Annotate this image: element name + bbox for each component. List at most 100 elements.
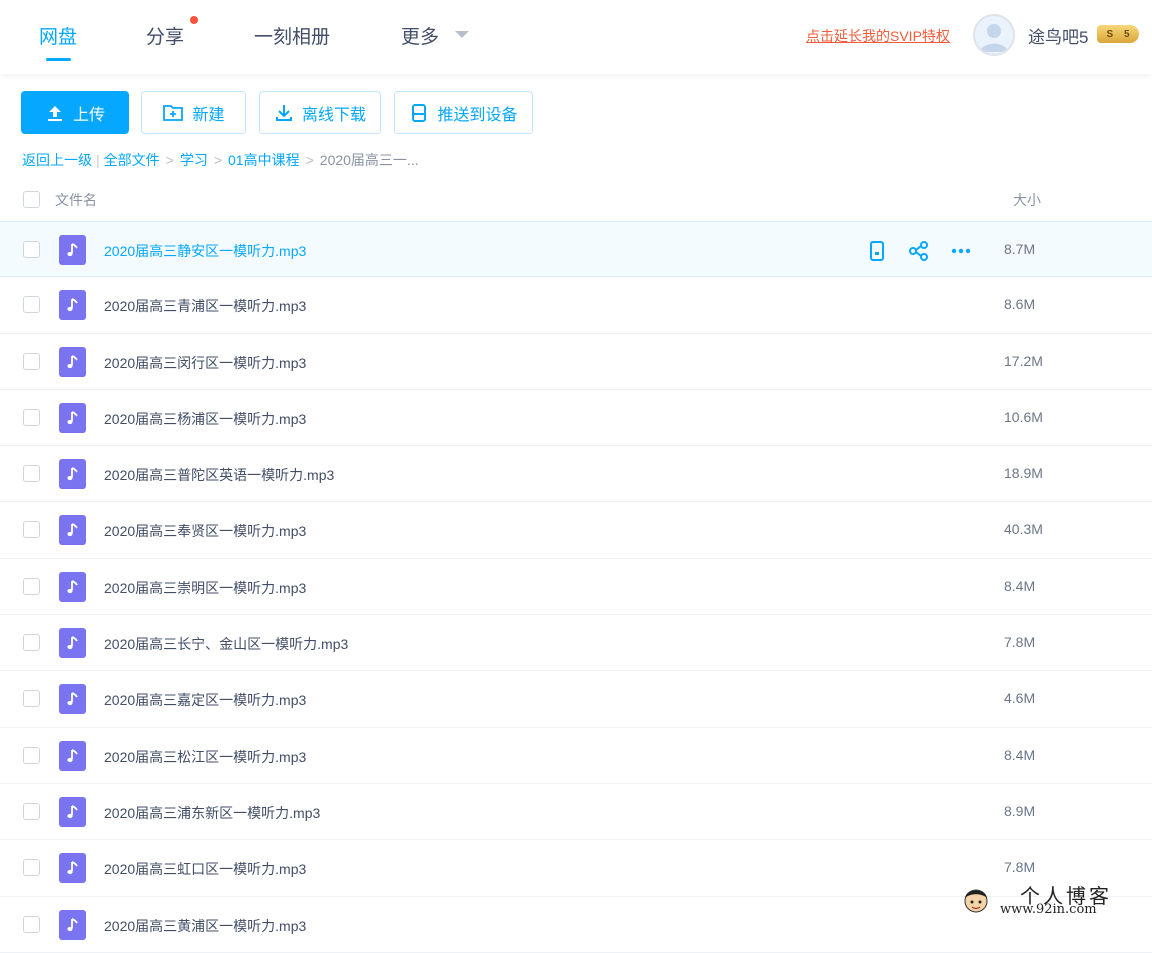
file-row[interactable]: 2020届高三奉贤区一模听力.mp3 40.3M — [0, 502, 1152, 559]
audio-file-icon — [59, 235, 86, 265]
file-size: 18.9M — [1004, 465, 1043, 482]
avatar[interactable] — [973, 14, 1015, 56]
file-name[interactable]: 2020届高三虹口区一模听力.mp3 — [104, 859, 306, 879]
music-note-icon — [66, 917, 78, 931]
breadcrumb-all-files[interactable]: 全部文件 — [104, 152, 160, 168]
file-size: 10.6M — [1004, 408, 1043, 425]
row-checkbox[interactable] — [23, 859, 40, 877]
file-name[interactable]: 2020届高三长宁、金山区一模听力.mp3 — [104, 634, 348, 654]
push-device-icon[interactable] — [866, 240, 888, 262]
file-row[interactable]: 2020届高三崇明区一模听力.mp3 8.4M — [0, 559, 1152, 616]
file-row[interactable]: 2020届高三嘉定区一模听力.mp3 4.6M — [0, 671, 1152, 728]
select-all-checkbox[interactable] — [23, 191, 40, 208]
audio-file-icon — [59, 571, 86, 602]
chevron-down-icon[interactable] — [455, 31, 469, 38]
file-name[interactable]: 2020届高三浦东新区一模听力.mp3 — [104, 803, 320, 823]
audio-file-icon — [59, 346, 86, 377]
file-size: 8.4M — [1004, 746, 1036, 763]
file-size: 7.8M — [1004, 859, 1036, 876]
file-name[interactable]: 2020届高三静安区一模听力.mp3 — [104, 241, 306, 261]
svip-renew-link[interactable]: 点击延长我的SVIP特权 — [806, 26, 950, 46]
file-size: 7.8M — [1004, 634, 1036, 651]
column-size[interactable]: 大小 — [1013, 190, 1041, 210]
audio-file-icon — [59, 684, 86, 715]
file-list: 2020届高三静安区一模听力.mp3 8.7M 2020届高三青浦区一模听力.m… — [0, 221, 1152, 953]
audio-file-icon — [59, 290, 86, 321]
upload-icon — [47, 105, 62, 121]
file-row[interactable]: 2020届高三长宁、金山区一模听力.mp3 7.8M — [0, 615, 1152, 672]
row-checkbox[interactable] — [23, 241, 40, 258]
row-checkbox[interactable] — [23, 802, 40, 820]
row-checkbox[interactable] — [23, 296, 40, 314]
row-checkbox[interactable] — [23, 746, 40, 764]
music-note-icon — [66, 411, 78, 424]
share-icon[interactable] — [908, 240, 930, 262]
upload-label: 上传 — [72, 106, 105, 124]
breadcrumb-separator: > — [305, 152, 314, 168]
active-tab-underline — [46, 58, 71, 61]
row-checkbox[interactable] — [23, 577, 40, 595]
file-name[interactable]: 2020届高三松江区一模听力.mp3 — [104, 747, 306, 767]
new-folder-button[interactable]: 新建 — [141, 91, 246, 134]
row-checkbox[interactable] — [23, 352, 40, 370]
breadcrumb-back[interactable]: 返回上一级 — [22, 152, 92, 168]
upload-button[interactable]: 上传 — [21, 91, 129, 134]
cartoon-face-icon — [964, 889, 988, 913]
file-name[interactable]: 2020届高三崇明区一模听力.mp3 — [104, 578, 306, 598]
file-size: 4.6M — [1004, 690, 1036, 707]
audio-file-icon — [59, 402, 86, 433]
push-to-device-label: 推送到设备 — [437, 106, 518, 124]
file-size: 8.7M — [1004, 241, 1036, 257]
nav-tab-netdisk[interactable]: 网盘 — [39, 22, 77, 49]
audio-file-icon — [59, 853, 86, 884]
file-row[interactable]: 2020届高三静安区一模听力.mp3 8.7M — [0, 221, 1152, 278]
file-name[interactable]: 2020届高三嘉定区一模听力.mp3 — [104, 690, 306, 710]
audio-file-icon — [59, 740, 86, 771]
nav-tab-album[interactable]: 一刻相册 — [254, 22, 330, 49]
audio-file-icon — [59, 628, 86, 659]
file-size: 40.3M — [1004, 521, 1043, 538]
file-name[interactable]: 2020届高三青浦区一模听力.mp3 — [104, 296, 306, 316]
row-checkbox[interactable] — [23, 465, 40, 483]
row-checkbox[interactable] — [23, 690, 40, 708]
file-row[interactable]: 2020届高三松江区一模听力.mp3 8.4M — [0, 728, 1152, 784]
file-list-header: 文件名 大小 — [0, 178, 1152, 221]
push-to-device-button[interactable]: 推送到设备 — [394, 91, 533, 134]
vip-badge-level: 5 — [1123, 28, 1130, 40]
file-size: 8.9M — [1004, 802, 1036, 819]
user-avatar-icon — [980, 24, 1008, 52]
new-label: 新建 — [192, 106, 225, 124]
file-name[interactable]: 2020届高三黄浦区一模听力.mp3 — [104, 916, 306, 936]
audio-file-icon — [59, 459, 86, 490]
nav-tab-more[interactable]: 更多 — [401, 22, 439, 49]
nav-tab-share[interactable]: 分享 — [146, 22, 184, 49]
breadcrumb-separator: > — [165, 152, 174, 168]
file-name[interactable]: 2020届高三奉贤区一模听力.mp3 — [104, 521, 306, 541]
download-icon — [275, 104, 292, 121]
music-note-icon — [66, 805, 78, 819]
file-row[interactable]: 2020届高三杨浦区一模听力.mp3 10.6M — [0, 390, 1152, 447]
breadcrumb-level2[interactable]: 01高中课程 — [228, 152, 300, 168]
file-row[interactable]: 2020届高三青浦区一模听力.mp3 8.6M — [0, 277, 1152, 334]
file-row[interactable]: 2020届高三浦东新区一模听力.mp3 8.9M — [0, 784, 1152, 841]
offline-download-button[interactable]: 离线下载 — [259, 91, 381, 134]
row-checkbox[interactable] — [23, 915, 40, 933]
file-row[interactable]: 2020届高三普陀区英语一模听力.mp3 18.9M — [0, 446, 1152, 503]
row-checkbox[interactable] — [23, 408, 40, 426]
file-size: 17.2M — [1004, 352, 1043, 369]
column-filename[interactable]: 文件名 — [55, 190, 97, 210]
file-name[interactable]: 2020届高三闵行区一模听力.mp3 — [104, 353, 306, 373]
music-note-icon — [66, 467, 78, 481]
audio-file-icon — [59, 909, 86, 940]
more-options-icon[interactable] — [950, 240, 972, 262]
vip-badge: S 5 — [1097, 25, 1139, 43]
username[interactable]: 途鸟吧5 — [1028, 23, 1088, 48]
breadcrumb-level1[interactable]: 学习 — [180, 152, 208, 168]
file-row[interactable]: 2020届高三闵行区一模听力.mp3 17.2M — [0, 334, 1152, 390]
file-name[interactable]: 2020届高三杨浦区一模听力.mp3 — [104, 409, 306, 429]
file-name[interactable]: 2020届高三普陀区英语一模听力.mp3 — [104, 465, 334, 485]
row-checkbox[interactable] — [23, 521, 40, 539]
music-note-icon — [66, 523, 78, 537]
vip-badge-s: S — [1106, 28, 1114, 40]
row-checkbox[interactable] — [23, 634, 40, 652]
